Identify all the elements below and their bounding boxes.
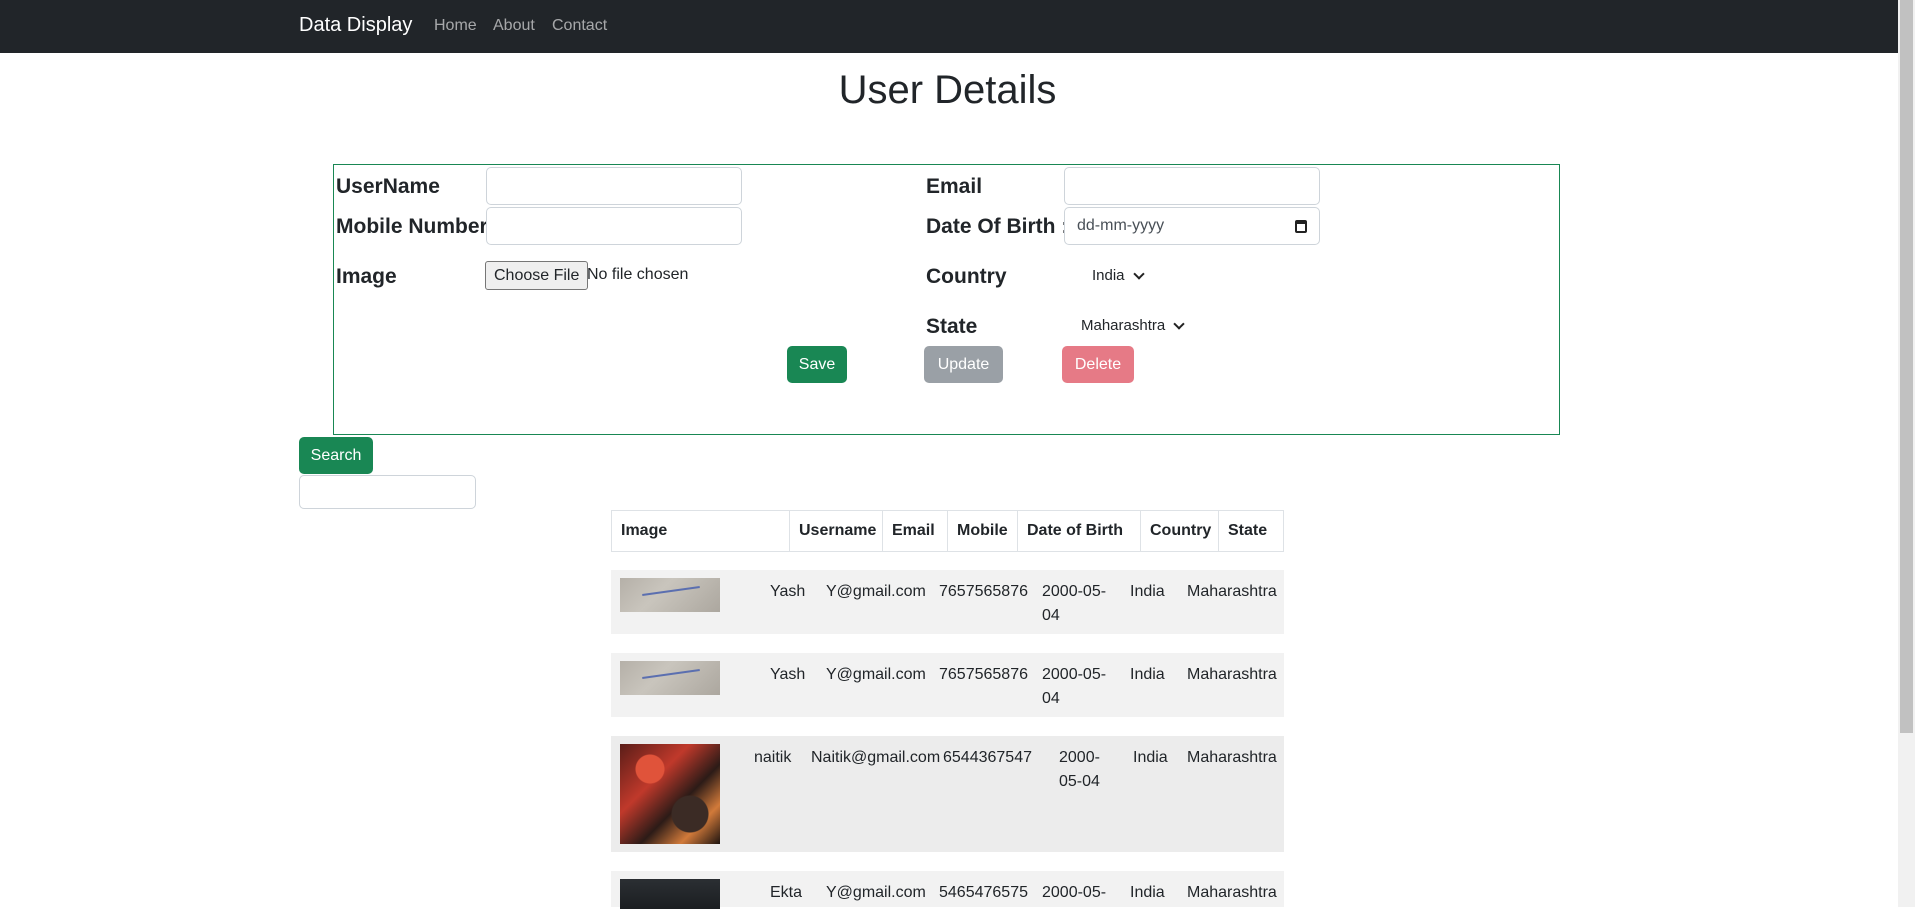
- country-label: Country: [926, 265, 1007, 288]
- cell-dob: 2000-05-: [1042, 583, 1107, 600]
- col-country: Country: [1141, 511, 1219, 551]
- user-image: [620, 578, 720, 612]
- col-state: State: [1228, 522, 1268, 539]
- email-label: Email: [926, 175, 983, 198]
- cell-country: India: [1130, 884, 1165, 901]
- save-button[interactable]: Save: [787, 346, 847, 383]
- table-row: Yash Y@gmail.com 7657565876 2000-05- 04 …: [611, 570, 1284, 634]
- cell-username: Ekta: [770, 884, 803, 901]
- cell-state: Maharashtra: [1187, 884, 1277, 901]
- dob-input[interactable]: dd-mm-yyyy: [1064, 207, 1320, 245]
- page-title: User Details: [838, 68, 1057, 112]
- cell-dob: 2000-05-: [1042, 884, 1107, 901]
- mobile-input[interactable]: [486, 207, 742, 245]
- user-image: [620, 661, 720, 695]
- state-value: Maharashtra: [1081, 317, 1166, 334]
- choose-file-button[interactable]: Choose File: [485, 261, 589, 290]
- username-label: UserName: [336, 175, 440, 198]
- col-dob: Date of Birth: [1018, 511, 1141, 551]
- table-row: Ekta Y@gmail.com 5465476575 2000-05- Ind…: [611, 871, 1284, 909]
- user-image: [620, 879, 720, 909]
- cell-username: Yash: [770, 583, 806, 600]
- country-select[interactable]: India: [1092, 267, 1145, 284]
- mobile-label: Mobile Number: [336, 215, 488, 238]
- col-username: Username: [790, 511, 883, 551]
- chevron-down-icon: [1173, 317, 1185, 330]
- search-input[interactable]: [299, 475, 476, 509]
- email-input[interactable]: [1064, 167, 1320, 205]
- cell-mobile: 7657565876: [939, 666, 1028, 683]
- cell-dob: 04: [1042, 690, 1060, 707]
- state-select[interactable]: Maharashtra: [1081, 317, 1185, 334]
- navbar: Data Display Home About Contact: [0, 0, 1915, 53]
- cell-email: Y@gmail.com: [826, 583, 926, 600]
- cell-mobile: 7657565876: [939, 583, 1028, 600]
- page-scrollbar[interactable]: [1898, 0, 1915, 907]
- country-value: India: [1092, 267, 1125, 284]
- col-mobile: Mobile: [948, 511, 1018, 551]
- dob-placeholder: dd-mm-yyyy: [1077, 217, 1165, 234]
- cell-email: Y@gmail.com: [826, 666, 926, 683]
- cell-username: naitik: [754, 749, 792, 766]
- cell-dob: 2000-: [1059, 749, 1100, 766]
- cell-username: Yash: [770, 666, 806, 683]
- table-row: Yash Y@gmail.com 7657565876 2000-05- 04 …: [611, 653, 1284, 717]
- image-label: Image: [336, 265, 397, 288]
- cell-country: India: [1130, 666, 1165, 683]
- delete-button[interactable]: Delete: [1062, 346, 1134, 383]
- col-email: Email: [883, 511, 948, 551]
- state-label: State: [926, 315, 978, 338]
- cell-mobile: 5465476575: [939, 884, 1028, 901]
- cell-country: India: [1133, 749, 1168, 766]
- calendar-icon[interactable]: [1295, 219, 1307, 233]
- dob-label: Date Of Birth :: [926, 215, 1069, 238]
- cell-email: Y@gmail.com: [826, 884, 926, 901]
- update-button[interactable]: Update: [924, 346, 1003, 383]
- cell-dob: 2000-05-: [1042, 666, 1107, 683]
- nav-link-home[interactable]: Home: [434, 17, 477, 35]
- chevron-down-icon: [1132, 267, 1145, 280]
- cell-country: India: [1130, 583, 1165, 600]
- user-image: [620, 744, 720, 844]
- user-form: UserName Mobile Number Image Email Date …: [333, 164, 1560, 435]
- navbar-brand[interactable]: Data Display: [299, 14, 412, 37]
- scrollbar-thumb[interactable]: [1900, 0, 1913, 733]
- nav-link-about[interactable]: About: [493, 17, 535, 35]
- table-row: naitik Naitik@gmail.com 6544367547 2000-…: [611, 736, 1284, 852]
- cell-mobile: 6544367547: [943, 749, 1032, 766]
- cell-state: Maharashtra: [1187, 583, 1277, 600]
- col-image: Image: [612, 511, 790, 551]
- file-status: No file chosen: [587, 266, 689, 283]
- cell-dob: 04: [1042, 607, 1060, 624]
- cell-state: Maharashtra: [1187, 666, 1277, 683]
- search-button[interactable]: Search: [299, 437, 373, 474]
- cell-dob: 05-04: [1059, 773, 1100, 790]
- username-input[interactable]: [486, 167, 742, 205]
- table-header: Image Username Email Mobile Date of Birt…: [611, 510, 1284, 552]
- cell-email: Naitik@gmail.com: [811, 749, 941, 766]
- nav-link-contact[interactable]: Contact: [552, 17, 607, 35]
- cell-state: Maharashtra: [1187, 749, 1277, 766]
